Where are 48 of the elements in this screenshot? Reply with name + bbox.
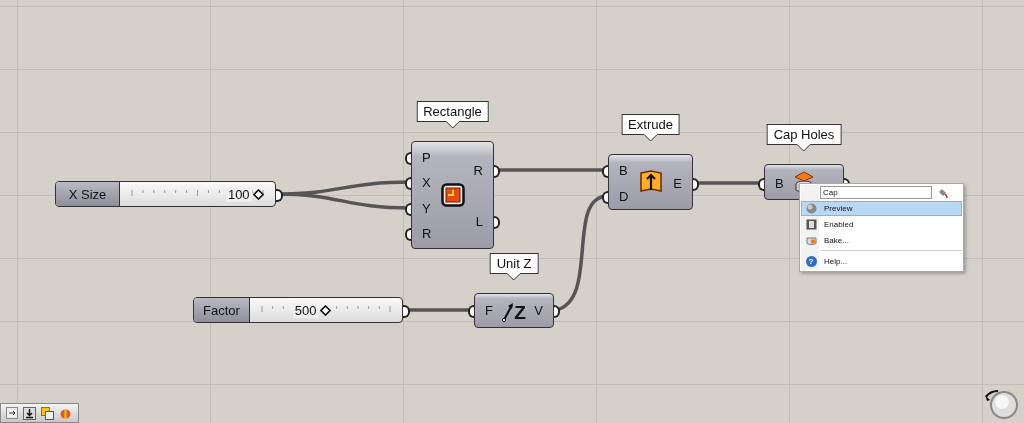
menu-item[interactable]: Enabled [801,217,962,232]
download-icon[interactable] [23,406,36,420]
output-label: E [673,176,682,192]
output-port[interactable] [494,216,500,229]
rectangle-icon [440,183,465,207]
sphere-icon [805,203,817,214]
input-label: D [619,189,629,205]
name-field[interactable]: Cap [820,186,932,199]
input-label: F [485,303,493,319]
input-label: R [422,226,432,242]
output-port[interactable] [403,305,410,318]
input-port[interactable] [602,191,608,204]
output-port[interactable] [276,189,283,202]
extrude-icon [638,169,663,195]
input-port[interactable] [468,305,474,318]
bake-icon [805,235,817,246]
input-label: X [422,175,431,191]
paint-bucket-icon[interactable] [938,187,948,198]
tooltip-pointer [445,121,460,129]
output-port[interactable] [494,165,500,178]
input-port[interactable] [602,165,608,178]
input-label: Y [422,201,431,217]
layers-icon[interactable] [41,406,54,420]
component-node[interactable]: B D E [608,154,693,210]
tooltip-pointer [507,273,521,281]
input-label: B [775,176,784,192]
input-port[interactable] [405,228,411,241]
input-port[interactable] [405,152,411,165]
switch-icon [805,219,817,230]
menu-item[interactable]: Preview [801,201,962,216]
input-label: B [619,163,628,179]
component-node[interactable]: P X Y R R L [411,141,494,249]
output-label: V [534,303,543,319]
zoom-extents-icon[interactable] [6,407,18,419]
output-port[interactable] [693,178,699,191]
tooltip-pointer [643,134,658,142]
component-node[interactable]: F Z V [474,293,554,328]
menu-item[interactable]: Bake... [801,233,962,248]
menu-item[interactable]: ? Help... [801,254,962,269]
output-label: R [473,163,483,179]
output-port[interactable] [554,305,560,318]
input-port[interactable] [758,178,764,191]
input-label: P [422,150,431,166]
tooltip-pointer [797,144,811,152]
output-label: L [475,214,483,230]
help-icon: ? [805,256,817,267]
input-port[interactable] [405,177,411,190]
input-port[interactable] [405,203,411,216]
